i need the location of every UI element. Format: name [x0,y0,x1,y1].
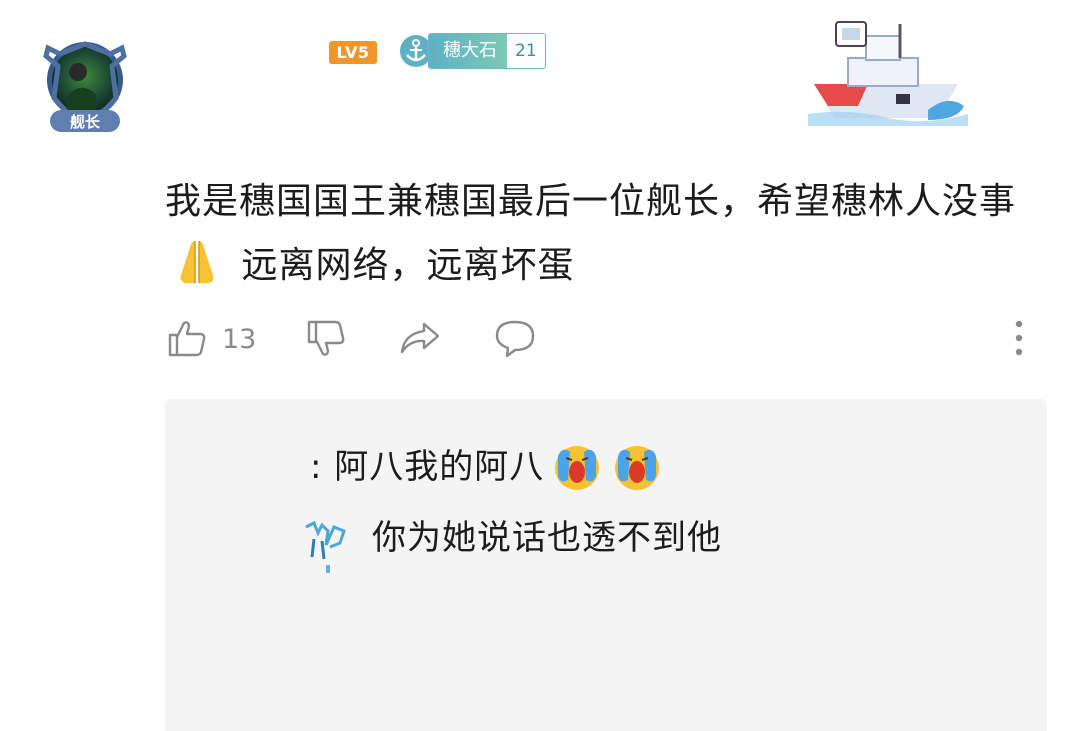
reply-text: : 阿八我的阿八 [310,447,545,487]
thumb-up-icon[interactable] [166,317,208,359]
medal-name: 穗大石 [429,34,507,68]
more-vertical-icon[interactable] [1010,318,1028,358]
thumb-down-icon[interactable] [305,318,347,360]
avatar-badge-text: 舰长 [70,113,101,131]
comment-text-part2: 远离网络，远离坏蛋 [241,245,575,286]
pray-emoji [180,241,214,283]
comment-text-part1: 我是穗国国王兼穗国最后一位舰长，希望穗林人没事 [165,181,1017,222]
decoration-ship-image [808,14,968,126]
reply-text: 你为她说话也透不到他 [372,518,722,558]
fan-medal[interactable]: 穗大石 21 [398,33,546,69]
share-icon[interactable] [398,318,442,358]
crying-emoji [555,446,600,490]
crying-emoji [615,446,660,490]
reply-user-avatar [305,520,346,573]
reply-bubble-icon[interactable] [493,318,537,358]
comment-text: 我是穗国国王兼穗国最后一位舰长，希望穗林人没事 远离网络，远离坏蛋 [165,170,1035,298]
user-avatar[interactable]: 舰长 [30,36,140,140]
reply-item[interactable]: : 阿八我的阿八 [310,440,664,494]
like-count: 13 [222,324,257,355]
medal-level: 21 [507,34,545,68]
user-level-badge: LV5 [329,41,377,64]
